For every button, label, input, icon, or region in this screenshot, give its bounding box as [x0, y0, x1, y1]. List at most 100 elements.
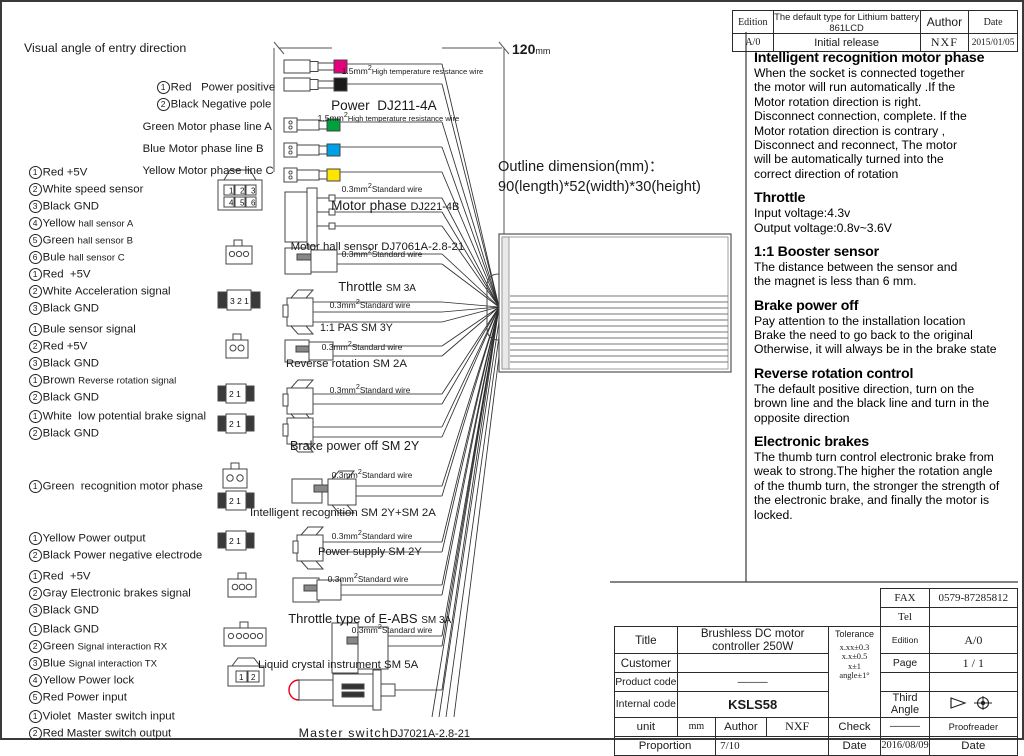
note-intelligent-recognition: Intelligent recognition motor phase When… [754, 50, 985, 181]
author-value: NXF [765, 716, 829, 737]
connector-name-lcd: Liquid crystal instrument SM 5A [258, 659, 419, 671]
svg-text:2 1: 2 1 [229, 419, 241, 429]
header-author-label: Author [919, 10, 970, 34]
third-angle-symbol [928, 691, 1019, 718]
wire-spec-eabs: 0.3mm2Standard wire [327, 572, 409, 584]
svg-text:5: 5 [240, 199, 245, 208]
header-edition-label: Edition [732, 10, 774, 34]
connector-name-supply: Power supply SM 2Y [318, 546, 422, 558]
svg-text:2: 2 [240, 187, 245, 196]
tel-value [928, 607, 1019, 627]
svg-text:2 1: 2 1 [229, 496, 241, 506]
title-block-table: FAX 0579-87285812 Tel Title Brushless DC… [613, 588, 1019, 756]
drawing-sheet: 1 2 3 4 5 6 3 2 1 2 1 2 1 2 1 2 1 1 2 Ed… [0, 0, 1024, 756]
customer-value [676, 653, 829, 673]
fax-label: FAX [880, 588, 930, 608]
product-code-label: Product code [614, 672, 678, 692]
check-value: ——— [880, 716, 930, 737]
note-brake-power-off: Brake power off Pay attention to the ins… [754, 297, 997, 357]
svg-text:3: 3 [251, 187, 256, 196]
date-value: 2016/08/09 [880, 735, 930, 756]
notes-column: Intelligent recognition motor phase When… [754, 50, 1020, 522]
connector-phase-b [283, 142, 341, 158]
date-label: Date [827, 735, 882, 756]
wire-spec-pas: 0.3mm2Standard wire [329, 298, 411, 310]
svg-text:1: 1 [239, 673, 244, 682]
icon-supply-2pin: 2 1 [217, 530, 255, 551]
unit-value: mm [676, 716, 717, 737]
wire-spec-brake: 0.3mm2Standard wire [329, 383, 411, 395]
header-release-value: Initial release [772, 33, 921, 52]
wire-spec-reverse: 0.3mm2Standard wire [321, 340, 403, 352]
tolerance-cell: Tolerance x.xx±0.3 x.x±0.5 x±1 angle±1° [827, 626, 882, 718]
wire-label-power-2: 2 Black Negative pole [144, 86, 271, 111]
header-edition-value: A/0 [732, 33, 774, 52]
svg-text:2 1: 2 1 [229, 536, 241, 546]
dimension-120-value: 120mm [512, 41, 551, 57]
edition-value: A/0 [928, 626, 1019, 654]
proportion-label: Proportion [613, 735, 717, 756]
third-angle-label: Third Angle [880, 691, 930, 718]
svg-text:1: 1 [229, 187, 234, 196]
check-label: Check [827, 716, 882, 737]
connector-name-brake: Brake power off SM 2Y [290, 439, 420, 453]
wire-spec-recognition: 0.3mm2Standard wire [331, 468, 413, 480]
connector-name-reverse: Reverse rotation SM 2A [286, 358, 407, 370]
proportion-value: 7/10 [715, 735, 829, 756]
proofreader-label: Proofreader [928, 716, 1019, 737]
icon-recognition-2pin-b: 2 1 [217, 490, 255, 511]
header-date-value: 2015/01/05 [968, 33, 1018, 52]
wire-label-master-2: 2 Red Master switch output [16, 715, 171, 740]
visual-angle-label: Visual angle of entry direction [24, 41, 187, 55]
svg-text:4: 4 [229, 199, 234, 208]
icon-recognition-2pin [222, 462, 248, 489]
spacer-cell-2 [928, 672, 1019, 692]
icon-throttle-3pin [225, 239, 253, 265]
wire-spec-phase: 1.5mm2High temperature resistance wire [317, 111, 460, 123]
edition-header-table: Edition The default type for Lithium bat… [732, 10, 1018, 52]
wire-spec-lcd: 0.3mm2Standard wire [351, 623, 433, 635]
wire-label-phase-c: Yellow Motor phase line C [142, 164, 274, 177]
title-label: Title [614, 626, 678, 654]
wire-label-phase-b: Blue Motor phase line B [142, 142, 264, 155]
icon-reverse-2pin [225, 333, 249, 359]
controller-body [498, 233, 732, 373]
page-label: Page [880, 653, 930, 673]
note-electronic-brakes: Electronic brakes The thumb turn control… [754, 434, 1000, 522]
icon-brake-2pin-a: 2 1 [217, 383, 255, 404]
wire-spec-hall: 0.3mm2Standard wire [341, 182, 423, 194]
wire-label-phase-a: Green Motor phase line A [142, 120, 272, 133]
icon-lcd-5pin [223, 621, 267, 647]
wire-spec-throttle: 0.3mm2Standard wire [341, 247, 423, 259]
header-author-value: NXF [919, 33, 970, 52]
icon-eabs-3pin [227, 572, 257, 598]
connector-brake-1 [282, 379, 315, 423]
connector-name-master: Master switchDJ7021A-2.8-21 [298, 726, 471, 741]
edition-label: Edition [880, 626, 930, 654]
author-label: Author [715, 716, 767, 737]
wire-spec-power: 1.5mm2High temperature resistance wire [341, 64, 484, 76]
svg-text:3 2 1: 3 2 1 [230, 296, 249, 306]
title-value: Brushless DC motor controller 250W [676, 626, 829, 654]
outline-dimension-line1: Outline dimension(mm)： [498, 159, 664, 175]
fax-value: 0579-87285812 [928, 588, 1019, 608]
icon-pas-3pin: 3 2 1 [217, 289, 261, 311]
icon-brake-2pin-b: 2 1 [217, 413, 255, 434]
svg-text:2 1: 2 1 [229, 389, 241, 399]
tel-label: Tel [880, 607, 930, 627]
connector-master-switch [288, 669, 396, 711]
customer-label: Customer [614, 653, 678, 673]
outline-dimension-line2: 90(length)*52(width)*30(height) [498, 179, 701, 195]
product-code-value: ——— [676, 672, 829, 692]
header-type-label: The default type for Lithium battery 861… [772, 10, 921, 34]
internal-code-label: Internal code [614, 691, 678, 718]
note-reverse-rotation: Reverse rotation control The default pos… [754, 365, 990, 425]
spacer-cell-1 [880, 672, 930, 692]
wire-label-recognition-1: 1 Green recognition motor phase [16, 468, 203, 493]
wire-label-brake-2: 2 Black GND [16, 415, 99, 440]
connector-pas [282, 289, 315, 335]
svg-text:6: 6 [251, 199, 256, 208]
unit-label: unit [614, 716, 678, 737]
date2-label: Date [928, 735, 1019, 756]
wire-spec-supply: 0.3mm2Standard wire [331, 529, 413, 541]
